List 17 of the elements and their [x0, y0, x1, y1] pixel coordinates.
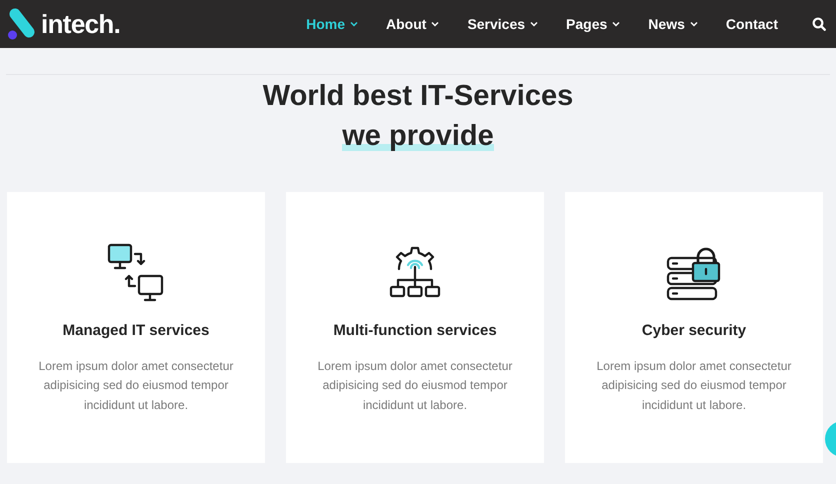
nav-link[interactable]: News [648, 14, 698, 34]
card-text: Lorem ipsum dolor amet consectetur adipisicing sed do eiusmod tempor incididunt ut labore. [38, 358, 234, 414]
card-title: Managed IT services [62, 321, 210, 341]
nav-link[interactable]: Home [306, 14, 358, 34]
nav-link[interactable]: Pages [566, 14, 620, 34]
brand-name: intech. [41, 8, 120, 40]
search-button[interactable] [812, 17, 826, 31]
nav-link[interactable]: About [386, 14, 440, 34]
section-heading: World best IT-Services [262, 79, 574, 114]
card-text: Lorem ipsum dolor amet consectetur adipisicing sed do eiusmod tempor incididunt ut labore. [316, 358, 514, 414]
nav-link[interactable]: Services [467, 14, 538, 34]
logo-icon [6, 8, 36, 40]
card-text: Lorem ipsum dolor amet consectetur adipisicing sed do eiusmod tempor incididunt ut labore. [596, 358, 792, 414]
card-title: Multi-function services [333, 321, 497, 341]
card-title: Cyber security [642, 321, 746, 341]
nav-link[interactable]: Contact [726, 14, 778, 34]
monitors-icon [107, 243, 165, 303]
